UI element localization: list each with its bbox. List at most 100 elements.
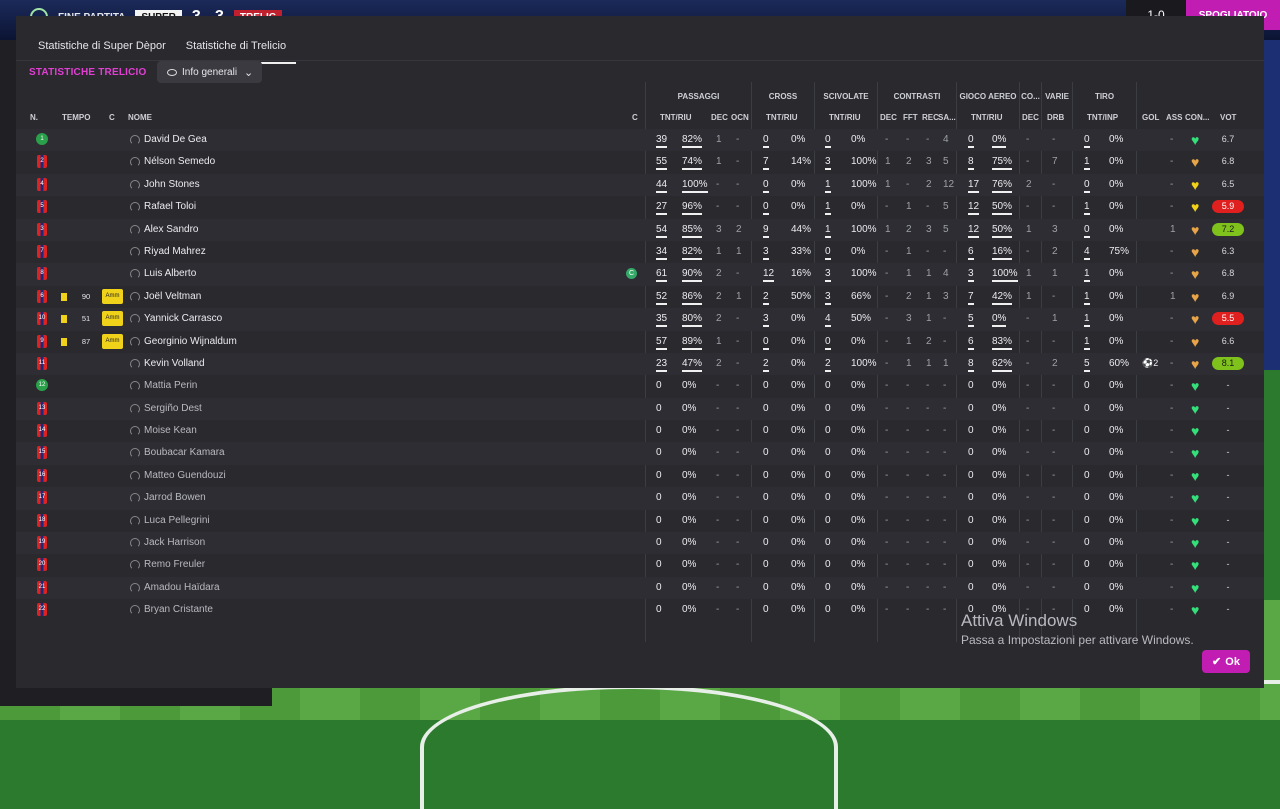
table-row[interactable]: 2 Nélson Semedo 55 74% 1-7 14% 3 100% 1 2 3 5 8 75% -7… bbox=[16, 151, 1264, 173]
col-aereo-tnt-riu[interactable]: TNT/RIU bbox=[971, 113, 1003, 122]
pass-accuracy: 86% bbox=[682, 291, 703, 305]
contrasti-dec: - bbox=[885, 469, 889, 481]
col-drb[interactable]: DRB bbox=[1047, 113, 1064, 122]
table-row[interactable]: 19 Jack Harrison 0 0% - - 0 0% 0 0% - - - - 0 0% - - 0 0% - ♥… bbox=[16, 532, 1264, 555]
pass-ocn: - bbox=[736, 313, 740, 325]
cross-accuracy: 50% bbox=[791, 290, 812, 302]
varie-drb: - bbox=[1052, 581, 1056, 593]
table-row[interactable]: 11 Kevin Volland 23 47% 2-2 0% 2 100% -1 1 1 8 62% -2… bbox=[16, 352, 1264, 376]
table-row[interactable]: 20 Remo Freuler 0 0% - - 0 0% 0 0% - - - - 0 0% - - 0 0% - ♥ - bbox=[16, 554, 1264, 576]
pass-attempted: 39 bbox=[656, 134, 668, 148]
cross-attempted: 0 bbox=[763, 380, 769, 392]
col-sciv-tnt-riu[interactable]: TNT/RIU bbox=[829, 113, 861, 122]
col-pass-tnt-riu[interactable]: TNT/RIU bbox=[660, 113, 692, 122]
player-avatar-icon bbox=[130, 538, 140, 549]
col-c[interactable]: C bbox=[109, 113, 115, 122]
aerial-attempted: 0 bbox=[968, 492, 974, 504]
view-dropdown[interactable]: Info generali ⌄ bbox=[157, 61, 262, 83]
player-avatar-icon bbox=[130, 605, 140, 616]
aerial-accuracy: 62% bbox=[992, 358, 1013, 372]
table-row[interactable]: 8 Luis Alberto C 61 90% 2-12 16% 3 100% -1 1 4 3 100%… bbox=[16, 263, 1264, 286]
table-row[interactable]: 14 Moise Kean 0 0% - - 0 0% 0 0% - - - - 0 0% - - 0 0% - ♥ - bbox=[16, 420, 1264, 442]
tackles-accuracy: 100% bbox=[851, 223, 877, 235]
player-name: Riyad Mahrez bbox=[144, 245, 206, 257]
condition-heart-icon: ♥ bbox=[1191, 221, 1200, 238]
chevron-down-icon: ⌄ bbox=[244, 66, 254, 79]
shirt-number-badge: 17 bbox=[37, 491, 47, 505]
condition-heart-icon: ♥ bbox=[1191, 176, 1200, 193]
col-rec[interactable]: REC bbox=[922, 113, 939, 122]
table-row[interactable]: 13 Sergiño Dest 0 0% - - 0 0% 0 0% - - - - 0 0% - - 0 0% - ♥ - bbox=[16, 397, 1264, 421]
contrasti-dec: 1 bbox=[885, 156, 891, 168]
goals: ⚽2 bbox=[1142, 357, 1159, 368]
col-c2[interactable]: C bbox=[632, 113, 638, 122]
table-row[interactable]: 10 51 Amm Yannick Carrasco 35 80% 2-3 0% 4 50% -3 1… bbox=[16, 308, 1264, 331]
tackles-accuracy: 0% bbox=[851, 469, 866, 481]
table-row[interactable]: 6 90 Amm Joël Veltman 52 86% 2 1 2 50% 3 66% -2 1 3 7 42… bbox=[16, 286, 1264, 308]
table-row[interactable]: 16 Matteo Guendouzi 0 0% - - 0 0% 0 0% - - - - 0 0% - - 0 0… bbox=[16, 465, 1264, 487]
contrasti-sa: - bbox=[943, 537, 947, 549]
table-row[interactable]: 18 Luca Pellegrini 0 0% - - 0 0% 0 0% - - - - 0 0% - - 0 0%… bbox=[16, 510, 1264, 532]
tackles-accuracy: 0% bbox=[851, 537, 866, 549]
table-row[interactable]: 21 Amadou Haïdara 0 0% - - 0 0% 0 0% - - - - 0 0% - - 0 0% -… bbox=[16, 576, 1264, 600]
col-n[interactable]: N. bbox=[30, 113, 38, 122]
contrasti-rec: 1 bbox=[926, 290, 932, 302]
tackles-accuracy: 100% bbox=[851, 178, 877, 190]
pass-dec: 3 bbox=[716, 223, 722, 235]
assists: - bbox=[1170, 268, 1174, 280]
varie-drb: 2 bbox=[1052, 357, 1058, 369]
shirt-number-badge: 8 bbox=[37, 267, 47, 281]
pass-ocn: - bbox=[736, 201, 740, 213]
pass-ocn: - bbox=[736, 357, 740, 369]
pass-dec: 2 bbox=[716, 290, 722, 302]
condition-heart-icon: ♥ bbox=[1191, 154, 1200, 171]
col-con[interactable]: CON... bbox=[1185, 113, 1209, 122]
pass-accuracy: 0% bbox=[682, 604, 697, 616]
cross-attempted: 0 bbox=[763, 581, 769, 593]
pass-attempted: 0 bbox=[656, 425, 662, 437]
col-vot[interactable]: VOT bbox=[1220, 113, 1236, 122]
shirt-number-badge: 18 bbox=[37, 513, 47, 527]
ok-button[interactable]: ✔ Ok bbox=[1202, 650, 1250, 673]
table-row[interactable]: 7 Riyad Mahrez 34 82% 1 1 3 33% 0 0% - 1 - - 6 16% - 2 4 75… bbox=[16, 241, 1264, 263]
col-fft[interactable]: FFT bbox=[903, 113, 918, 122]
assists: - bbox=[1170, 156, 1174, 168]
assists: - bbox=[1170, 357, 1174, 369]
table-row[interactable]: 5 Rafael Toloi 27 96% - - 0 0% 1 0% - 1 - 5 12 50% - - 1 0%… bbox=[16, 196, 1264, 218]
col-tnt-unp[interactable]: TNT/INP bbox=[1087, 113, 1118, 122]
tackles-accuracy: 0% bbox=[851, 425, 866, 437]
contrasti-sa: - bbox=[943, 335, 947, 347]
col-co-dec[interactable]: DEC bbox=[1022, 113, 1039, 122]
col-sa[interactable]: SA... bbox=[938, 113, 956, 122]
contrasti-fft: 1 bbox=[906, 357, 912, 369]
table-row[interactable]: 15 Boubacar Kamara 0 0% - - 0 0% 0 0% - - - - 0 0% - - 0 0%… bbox=[16, 442, 1264, 465]
table-row[interactable]: 3 Alex Sandro 54 85% 3 2 9 44% 1 100% 1 2 3 5 12 50% 1 3 0… bbox=[16, 218, 1264, 241]
col-ass[interactable]: ASS bbox=[1166, 113, 1182, 122]
table-row[interactable]: 12 Mattia Perin 0 0% - - 0 0% 0 0% - - - - 0 0% - - 0 0% - ♥ - bbox=[16, 375, 1264, 397]
group-cross: CROSS bbox=[768, 92, 798, 101]
col-gol[interactable]: GOL bbox=[1142, 113, 1159, 122]
aerial-accuracy: 16% bbox=[992, 246, 1013, 260]
tackles-attempted: 3 bbox=[825, 268, 831, 283]
table-row[interactable]: 17 Jarrod Bowen 0 0% - - 0 0% 0 0% - - - - 0 0% - - 0 0% - ♥ - bbox=[16, 487, 1264, 510]
assists: 1 bbox=[1170, 290, 1176, 302]
table-row[interactable]: 1 David De Gea 39 82% 1 - 0 0% 0 0% - - - 4 0 0% - - 0 0% - ♥… bbox=[16, 129, 1264, 152]
table-row[interactable]: 4 John Stones 44 100% - -0 0% 1 100% 1-2 12 17 76% 2-… bbox=[16, 173, 1264, 197]
pass-accuracy: 0% bbox=[682, 514, 697, 526]
assists: - bbox=[1170, 469, 1174, 481]
contrasti-sa: - bbox=[943, 559, 947, 571]
contrasti-sa: 4 bbox=[943, 268, 949, 280]
col-cross-tnt-riu[interactable]: TNT/RIU bbox=[766, 113, 798, 122]
col-tempo[interactable]: TEMPO bbox=[62, 113, 90, 122]
contrasti-fft: 3 bbox=[906, 313, 912, 325]
contrasti-sa: - bbox=[943, 425, 947, 437]
shots-accuracy: 0% bbox=[1109, 201, 1124, 213]
col-ocn[interactable]: OCN bbox=[731, 113, 749, 122]
col-pass-dec[interactable]: DEC bbox=[711, 113, 728, 122]
condition-heart-icon: ♥ bbox=[1191, 378, 1200, 395]
tackles-attempted: 4 bbox=[825, 313, 831, 328]
col-nome[interactable]: NOME bbox=[128, 113, 152, 122]
pass-accuracy: 89% bbox=[682, 336, 703, 350]
table-row[interactable]: 9 87 Amm Georginio Wijnaldum 57 89% 1 - 0 0% 0 0% - 1… bbox=[16, 331, 1264, 353]
col-contr-dec[interactable]: DEC bbox=[880, 113, 897, 122]
